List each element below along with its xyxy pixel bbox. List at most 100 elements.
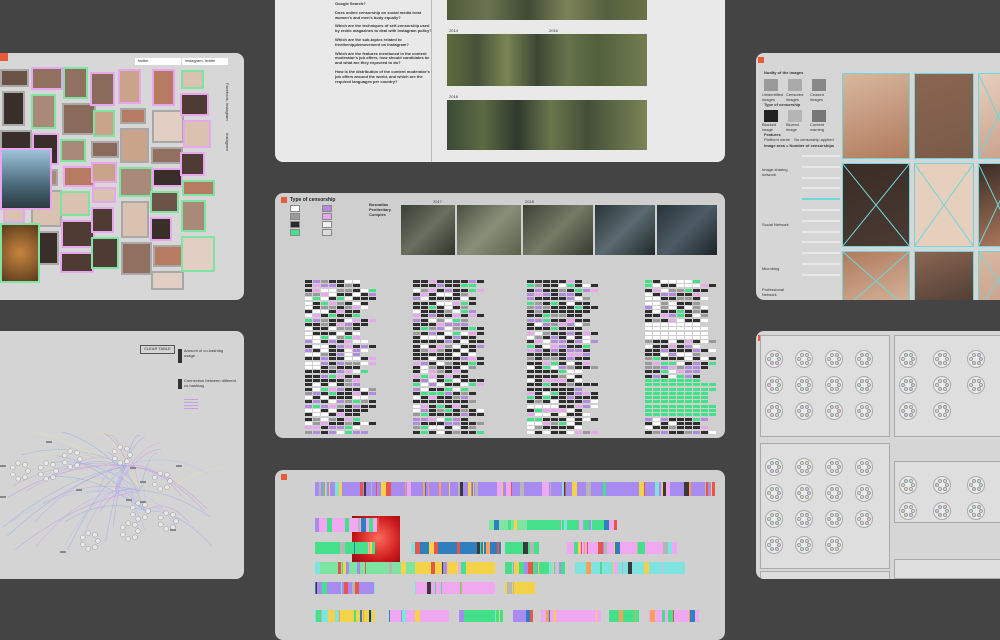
gallery-thumbnail[interactable] bbox=[183, 120, 211, 148]
gallery-thumbnail[interactable] bbox=[90, 72, 115, 106]
network-node[interactable] bbox=[142, 502, 148, 508]
gallery-thumbnail[interactable] bbox=[181, 236, 215, 272]
platform-item-pinterest[interactable] bbox=[802, 187, 840, 190]
network-node[interactable] bbox=[125, 520, 131, 526]
censor-thumb-b[interactable] bbox=[788, 110, 802, 122]
network-node[interactable] bbox=[157, 470, 163, 476]
network-node[interactable] bbox=[124, 446, 130, 452]
network-node[interactable] bbox=[127, 452, 133, 458]
network-node[interactable] bbox=[112, 448, 118, 455]
gallery-thumbnail[interactable] bbox=[150, 217, 172, 241]
card-magazines[interactable] bbox=[275, 470, 725, 640]
network-label[interactable] bbox=[176, 465, 182, 467]
gallery-thumbnail[interactable] bbox=[63, 67, 88, 99]
platform-item-vkontakte[interactable] bbox=[802, 241, 840, 244]
censored-image[interactable] bbox=[914, 251, 974, 300]
network-node[interactable] bbox=[15, 476, 21, 482]
network-node[interactable] bbox=[130, 504, 136, 511]
gallery-thumbnail[interactable] bbox=[62, 103, 96, 135]
network-node[interactable] bbox=[50, 474, 56, 480]
gallery-thumbnail[interactable] bbox=[2, 91, 25, 126]
network-node[interactable] bbox=[92, 544, 98, 550]
network-node[interactable] bbox=[85, 546, 91, 552]
gallery-thumbnail[interactable] bbox=[150, 191, 179, 213]
gallery-thumbnail[interactable] bbox=[60, 139, 86, 162]
gallery-thumbnail[interactable] bbox=[180, 93, 209, 116]
gallery-thumbnail[interactable] bbox=[91, 237, 119, 269]
network-node[interactable] bbox=[74, 462, 80, 468]
gallery-thumbnail[interactable] bbox=[151, 147, 183, 164]
network-node[interactable] bbox=[124, 458, 130, 464]
network-node[interactable] bbox=[158, 514, 164, 521]
filter-thumb-b[interactable] bbox=[788, 79, 802, 91]
network-node[interactable] bbox=[120, 531, 126, 538]
network-label[interactable] bbox=[126, 499, 132, 501]
card-gallery[interactable]: twitter instagram, twitter Facebook, Ins… bbox=[0, 53, 244, 300]
gallery-thumbnail[interactable] bbox=[120, 128, 149, 163]
network-node[interactable] bbox=[77, 456, 83, 462]
network-label[interactable] bbox=[130, 467, 136, 469]
network-node[interactable] bbox=[117, 444, 123, 450]
filter-thumb-a[interactable] bbox=[764, 79, 778, 91]
network-node[interactable] bbox=[50, 462, 56, 468]
network-node[interactable] bbox=[80, 534, 86, 541]
platform-item-spreely[interactable] bbox=[802, 219, 840, 222]
platform-item-weheartit[interactable] bbox=[802, 198, 840, 201]
network-node[interactable] bbox=[145, 508, 151, 514]
network-node[interactable] bbox=[163, 510, 169, 516]
featured-image[interactable] bbox=[0, 223, 40, 283]
gallery-thumbnail[interactable] bbox=[152, 69, 175, 106]
featured-image[interactable] bbox=[0, 148, 52, 210]
network-node[interactable] bbox=[62, 459, 68, 466]
censor-thumb-a[interactable] bbox=[764, 110, 778, 122]
network-node[interactable] bbox=[152, 474, 158, 481]
network-node[interactable] bbox=[22, 474, 28, 480]
network-node[interactable] bbox=[132, 534, 138, 540]
platform-item-tumblr[interactable] bbox=[802, 252, 840, 255]
gallery-thumbnail[interactable] bbox=[151, 271, 184, 290]
platform-item-twitter[interactable] bbox=[802, 263, 840, 265]
network-node[interactable] bbox=[135, 516, 141, 522]
network-node[interactable] bbox=[157, 486, 163, 492]
network-node[interactable] bbox=[167, 478, 173, 484]
gallery-thumbnail[interactable] bbox=[182, 180, 215, 196]
filter-thumb-c[interactable] bbox=[812, 79, 826, 91]
gallery-thumbnail[interactable] bbox=[0, 69, 29, 87]
network-node[interactable] bbox=[117, 460, 123, 466]
gallery-thumbnail[interactable] bbox=[60, 252, 94, 273]
network-node[interactable] bbox=[142, 514, 148, 520]
censored-image[interactable] bbox=[842, 73, 910, 159]
platform-item-deviantart[interactable] bbox=[802, 155, 840, 157]
network-node[interactable] bbox=[67, 464, 73, 470]
network-node[interactable] bbox=[120, 524, 126, 531]
network-node[interactable] bbox=[85, 530, 91, 536]
network-node[interactable] bbox=[10, 464, 16, 471]
platform-item-facebook[interactable] bbox=[802, 209, 840, 211]
network-label[interactable] bbox=[46, 441, 52, 443]
network-node[interactable] bbox=[53, 468, 59, 474]
card-network[interactable]: CLEAR TABLE Amount of co-hashtag usage C… bbox=[0, 331, 244, 579]
gallery-thumbnail[interactable] bbox=[92, 187, 116, 203]
gallery-thumbnail[interactable] bbox=[120, 108, 146, 124]
network-label[interactable] bbox=[140, 481, 146, 483]
gallery-thumbnail[interactable] bbox=[93, 110, 115, 137]
network-node[interactable] bbox=[67, 448, 73, 454]
network-label[interactable] bbox=[0, 496, 6, 498]
network-node[interactable] bbox=[163, 526, 169, 532]
network-node[interactable] bbox=[130, 511, 136, 518]
gallery-thumbnail[interactable] bbox=[152, 168, 183, 187]
network-label[interactable] bbox=[0, 465, 6, 467]
network-node[interactable] bbox=[38, 471, 44, 478]
network-node[interactable] bbox=[170, 512, 176, 518]
gallery-thumbnail[interactable] bbox=[181, 200, 206, 232]
card-questions[interactable]: Google Search? Does online censorship on… bbox=[275, 0, 725, 162]
network-node[interactable] bbox=[125, 536, 131, 542]
network-node[interactable] bbox=[158, 521, 164, 528]
network-node[interactable] bbox=[25, 468, 31, 474]
network-node[interactable] bbox=[43, 460, 49, 466]
gallery-thumbnail[interactable] bbox=[91, 207, 114, 233]
network-node[interactable] bbox=[95, 538, 101, 544]
country-panel[interactable] bbox=[760, 571, 890, 579]
network-node[interactable] bbox=[164, 472, 170, 478]
network-node[interactable] bbox=[74, 450, 80, 456]
